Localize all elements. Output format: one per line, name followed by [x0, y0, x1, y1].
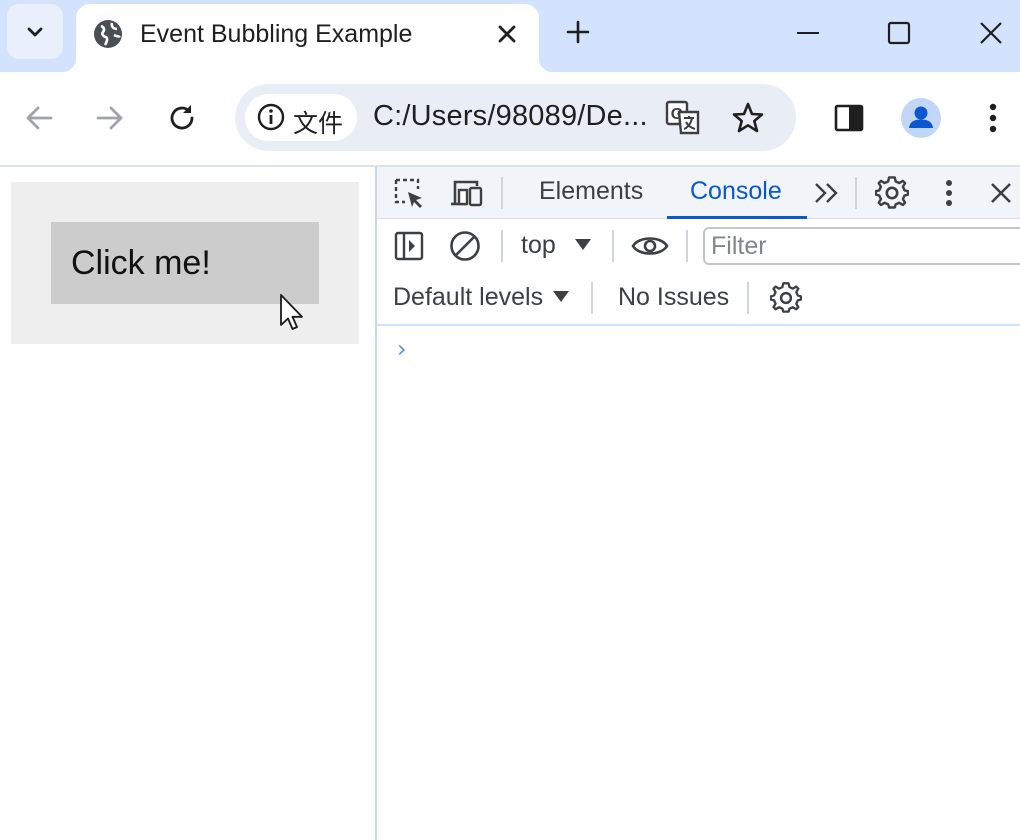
profile-icon — [901, 98, 941, 138]
console-prompt-icon[interactable]: › — [397, 335, 407, 363]
back-button[interactable] — [15, 94, 63, 142]
context-selector[interactable]: top — [521, 231, 556, 260]
more-tabs-button[interactable] — [807, 173, 847, 213]
close-icon — [991, 183, 1011, 203]
back-arrow-icon — [26, 106, 53, 130]
translate-button[interactable]: G — [663, 98, 703, 138]
mouse-cursor-icon — [280, 294, 303, 330]
eye-icon — [631, 237, 669, 255]
close-devtools-button[interactable] — [981, 173, 1020, 213]
tab-close-button[interactable] — [492, 19, 522, 49]
reload-icon — [170, 105, 194, 130]
devtools-panel: Elements Console top Default l — [377, 167, 1020, 840]
sidebar-toggle-icon — [394, 231, 424, 261]
issues-counter[interactable]: No Issues — [618, 283, 729, 312]
close-icon — [980, 22, 1002, 44]
browser-toolbar: 文件 C:/Users/98089/De... G — [0, 72, 1020, 165]
device-toolbar-icon — [451, 180, 483, 207]
new-tab-button[interactable] — [560, 14, 596, 50]
profile-button[interactable] — [897, 94, 945, 142]
translate-icon: G — [665, 100, 700, 135]
toolbar-separator — [591, 282, 593, 314]
inspect-element-button[interactable] — [389, 173, 429, 213]
star-icon — [732, 102, 764, 133]
clear-console-icon — [450, 231, 480, 261]
devtools-tabbar: Elements Console — [377, 167, 1020, 219]
dropdown-arrow-icon[interactable] — [553, 291, 569, 303]
kebab-menu-icon — [946, 180, 952, 206]
toolbar-separator — [612, 230, 614, 262]
toolbar-separator — [686, 230, 688, 262]
devtools-settings-button[interactable] — [872, 173, 912, 213]
tab-search-button[interactable] — [7, 4, 63, 59]
side-panel-icon — [834, 104, 864, 132]
console-settings-button[interactable] — [766, 278, 806, 318]
device-toolbar-button[interactable] — [446, 173, 486, 213]
reload-button[interactable] — [158, 94, 206, 142]
minimize-button[interactable] — [785, 10, 831, 56]
omnibox[interactable]: 文件 C:/Users/98089/De... G — [235, 84, 796, 151]
gear-icon — [875, 176, 909, 209]
more-tabs-icon — [815, 183, 838, 203]
clear-console-button[interactable] — [445, 226, 485, 266]
info-icon — [257, 103, 285, 131]
dropdown-arrow-icon[interactable] — [575, 239, 591, 251]
browser-tab[interactable]: Event Bubbling Example — [62, 4, 553, 72]
click-me-button[interactable]: Click me! — [51, 222, 319, 304]
tab-title: Event Bubbling Example — [140, 20, 413, 48]
title-bar: Event Bubbling Example — [0, 0, 1020, 72]
site-chip-label: 文件 — [293, 109, 344, 138]
side-panel-button[interactable] — [825, 94, 873, 142]
site-info-chip[interactable]: 文件 — [245, 94, 357, 141]
globe-icon — [94, 20, 122, 48]
toolbar-separator — [855, 177, 857, 209]
toolbar-separator — [501, 177, 503, 209]
maximize-button[interactable] — [876, 10, 922, 56]
close-icon — [498, 25, 516, 43]
forward-button[interactable] — [86, 94, 134, 142]
live-expression-button[interactable] — [630, 226, 670, 266]
active-tab-indicator — [667, 216, 807, 219]
devtools-menu-button[interactable] — [929, 173, 969, 213]
log-levels-dropdown[interactable]: Default levels — [393, 283, 543, 312]
tab-search-icon — [27, 27, 43, 36]
close-window-button[interactable] — [968, 10, 1014, 56]
forward-arrow-icon — [96, 106, 123, 130]
maximize-icon — [887, 21, 911, 45]
tab-elements[interactable]: Elements — [539, 177, 643, 206]
toolbar-separator — [747, 282, 749, 314]
kebab-menu-icon — [989, 103, 997, 133]
tab-console[interactable]: Console — [690, 177, 782, 206]
minimize-icon — [797, 32, 819, 34]
toolbar-separator — [501, 230, 503, 262]
plus-icon — [566, 20, 590, 44]
console-toolbar-divider — [377, 324, 1020, 326]
bookmark-button[interactable] — [728, 98, 768, 138]
console-filter-input[interactable] — [703, 227, 1020, 265]
show-console-sidebar-button[interactable] — [389, 226, 429, 266]
inspect-element-icon — [394, 178, 422, 208]
url-text[interactable]: C:/Users/98089/De... — [373, 100, 648, 133]
page-viewport: Click me! — [0, 167, 375, 840]
gear-icon — [770, 282, 802, 313]
chrome-menu-button[interactable] — [969, 94, 1017, 142]
